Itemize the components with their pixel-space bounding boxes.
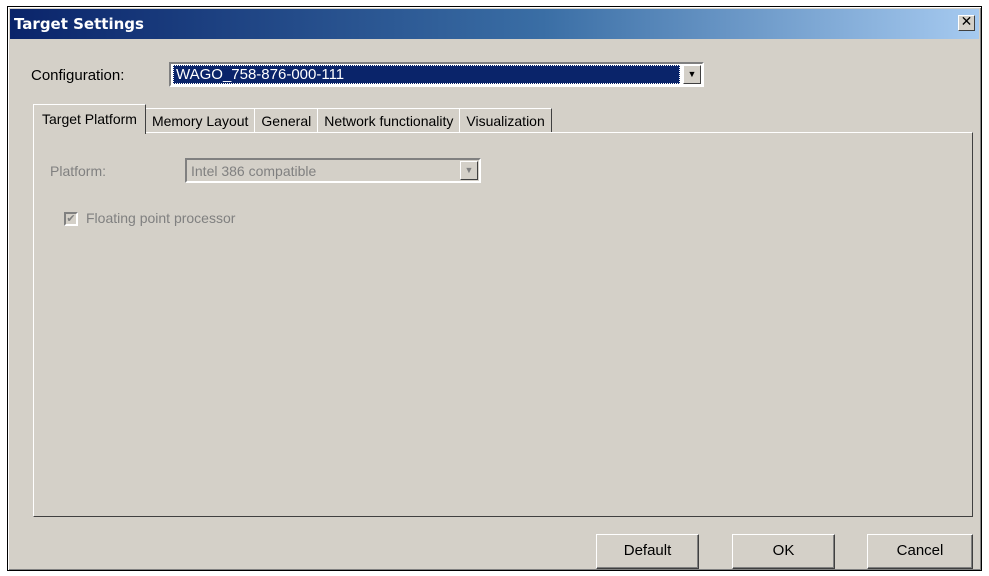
platform-dropdown-button[interactable]: ▼: [460, 161, 478, 180]
tab-label: Target Platform: [42, 111, 137, 127]
title-bar[interactable]: Target Settings ✕: [10, 9, 979, 39]
platform-select[interactable]: Intel 386 compatible ▼: [185, 158, 481, 183]
target-platform-panel: Platform: Intel 386 compatible ▼ ✔ Float…: [33, 132, 973, 517]
configuration-label: Configuration:: [31, 67, 125, 84]
chevron-down-icon: ▼: [687, 69, 697, 79]
cancel-button[interactable]: Cancel: [867, 534, 973, 569]
close-icon: ✕: [960, 14, 973, 30]
tab-label: Visualization: [466, 113, 545, 129]
default-button[interactable]: Default: [596, 534, 699, 569]
window-title: Target Settings: [14, 15, 144, 33]
floating-point-checkbox[interactable]: ✔: [64, 212, 78, 226]
tab-network-functionality[interactable]: Network functionality: [317, 108, 461, 134]
tab-memory-layout[interactable]: Memory Layout: [144, 108, 256, 134]
ok-button[interactable]: OK: [732, 534, 835, 569]
close-button[interactable]: ✕: [958, 15, 975, 31]
tab-visualization[interactable]: Visualization: [459, 108, 552, 134]
checkmark-icon: ✔: [66, 213, 76, 225]
configuration-value: WAGO_758-876-000-111: [173, 65, 680, 84]
tab-label: Network functionality: [324, 113, 454, 129]
floating-point-label: Floating point processor: [86, 210, 236, 226]
platform-value: Intel 386 compatible: [191, 163, 317, 179]
tab-strip: Target Platform Memory Layout General Ne…: [33, 104, 552, 134]
tab-label: Memory Layout: [151, 113, 249, 129]
tab-target-platform[interactable]: Target Platform: [33, 104, 146, 134]
tab-general[interactable]: General: [254, 108, 319, 134]
chevron-down-icon: ▼: [464, 165, 474, 175]
tab-label: General: [261, 113, 312, 129]
platform-label: Platform:: [50, 163, 107, 179]
configuration-select[interactable]: WAGO_758-876-000-111 ▼: [169, 62, 704, 87]
target-settings-dialog: Target Settings ✕ Configuration: WAGO_75…: [7, 6, 982, 571]
configuration-dropdown-button[interactable]: ▼: [683, 65, 701, 84]
